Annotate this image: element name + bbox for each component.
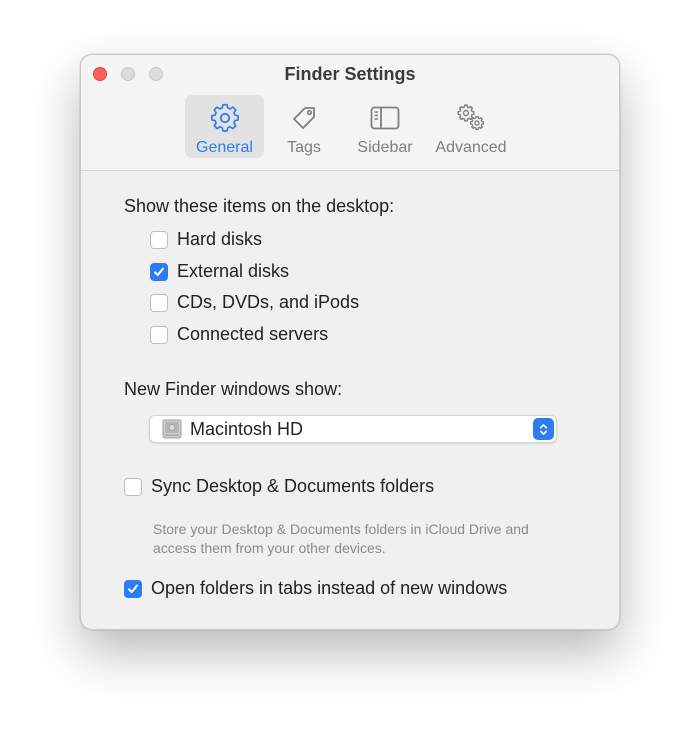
tab-sidebar[interactable]: Sidebar: [345, 95, 425, 158]
sync-desktop-checkbox[interactable]: [124, 477, 142, 496]
connected-servers-label: Connected servers: [177, 324, 329, 344]
toolbar: Finder Settings General Tags Sidebar Adv…: [81, 55, 619, 171]
cds-dvds-ipods-label: CDs, DVDs, and iPods: [177, 292, 360, 312]
tab-tags[interactable]: Tags: [271, 95, 337, 158]
window-title: Finder Settings: [284, 64, 416, 84]
gears-icon: [457, 104, 485, 131]
new-window-heading: New Finder windows show:: [124, 379, 343, 399]
open-in-tabs-checkbox[interactable]: [124, 579, 142, 598]
cds-dvds-ipods-option[interactable]: CDs, DVDs, and iPods: [150, 292, 359, 313]
desktop-items-heading: Show these items on the desktop:: [124, 196, 395, 216]
open-in-tabs-label: Open folders in tabs instead of new wind…: [151, 578, 508, 598]
checkmark-icon: [154, 267, 164, 276]
sync-desktop-label: Sync Desktop & Documents folders: [151, 476, 435, 496]
tab-sidebar-label: Sidebar: [357, 139, 413, 156]
hard-disks-label: Hard disks: [177, 229, 263, 249]
tag-icon: [293, 107, 315, 129]
chevron-up-down-icon: [539, 423, 548, 435]
new-window-location-select[interactable]: Macintosh HD: [149, 415, 557, 443]
hard-drive-icon: [162, 419, 182, 439]
connected-servers-option[interactable]: Connected servers: [150, 324, 328, 345]
tab-advanced[interactable]: Advanced: [431, 95, 511, 158]
sync-help-text: Store your Desktop & Documents folders i…: [153, 521, 529, 556]
external-disks-checkbox[interactable]: [150, 262, 168, 281]
open-in-tabs-option[interactable]: Open folders in tabs instead of new wind…: [124, 578, 507, 599]
external-disks-option[interactable]: External disks: [150, 261, 289, 282]
tab-general[interactable]: General: [185, 95, 264, 158]
hard-disks-checkbox[interactable]: [150, 230, 168, 249]
selected-location: Macintosh HD: [190, 418, 304, 439]
select-stepper[interactable]: [533, 418, 554, 440]
external-disks-label: External disks: [177, 261, 290, 281]
gear-icon: [210, 103, 239, 132]
finder-settings-window: Finder Settings General Tags Sidebar Adv…: [80, 54, 620, 630]
tab-tags-label: Tags: [287, 139, 321, 156]
checkmark-icon: [128, 584, 138, 593]
sync-desktop-option[interactable]: Sync Desktop & Documents folders: [124, 476, 434, 497]
tab-general-label: General: [196, 139, 253, 156]
tab-advanced-label: Advanced: [435, 139, 507, 156]
hard-disks-option[interactable]: Hard disks: [150, 229, 262, 250]
cds-dvds-ipods-checkbox[interactable]: [150, 293, 168, 312]
connected-servers-checkbox[interactable]: [150, 325, 168, 344]
sidebar-icon: [370, 106, 400, 130]
